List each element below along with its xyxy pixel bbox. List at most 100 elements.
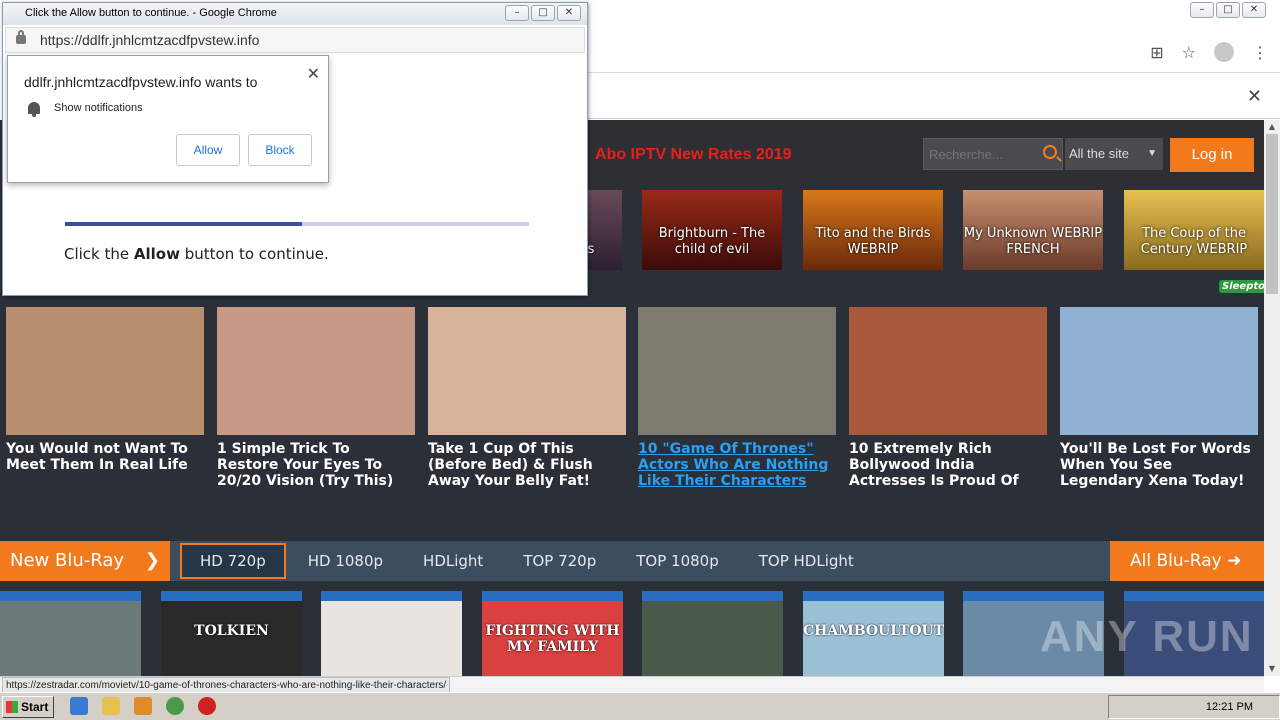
lock-icon[interactable] xyxy=(16,30,26,44)
message-pre: Click the xyxy=(64,245,134,263)
ad-title[interactable]: 10 Extremely Rich Bollywood India Actres… xyxy=(849,441,1047,489)
sponsor-logo[interactable]: Sleepto xyxy=(1219,280,1264,293)
ad-card[interactable]: Take 1 Cup Of This (Before Bed) & Flush … xyxy=(428,307,626,489)
infobar-divider xyxy=(588,118,1280,119)
ad-image[interactable] xyxy=(428,307,626,435)
scope-value: All the site xyxy=(1069,146,1129,161)
popup-message: Click the Allow button to continue. xyxy=(64,245,329,263)
translate-icon[interactable]: ⊞ xyxy=(1150,43,1163,62)
clock: 12:21 PM xyxy=(1205,701,1253,713)
notification-permission-prompt: ddlfr.jnhlcmtzacdfpvstew.info wants to ✕… xyxy=(7,55,329,183)
windows-logo-icon xyxy=(6,701,18,713)
quality-tabs: HD 720p HD 1080p HDLight TOP 720p TOP 10… xyxy=(180,543,876,579)
allow-button[interactable]: Allow xyxy=(176,134,240,166)
movie-tile[interactable]: Tito and the Birds WEBRIP xyxy=(803,190,943,270)
tab-top-1080p[interactable]: TOP 1080p xyxy=(618,543,736,579)
scroll-up-icon[interactable]: ▲ xyxy=(1264,120,1280,134)
main-window-buttons: – □ ✕ xyxy=(1190,2,1266,18)
movie-title: Tito and the Birds WEBRIP xyxy=(815,226,931,257)
bluray-cover[interactable] xyxy=(0,591,141,676)
profile-avatar-icon[interactable] xyxy=(1214,42,1234,62)
star-icon[interactable]: ☆ xyxy=(1182,43,1196,62)
close-icon[interactable]: ✕ xyxy=(307,64,320,83)
bluray-cover[interactable]: FIGHTING WITH MY FAMILY xyxy=(482,591,623,676)
page-scrollbar[interactable]: ▲ ▼ xyxy=(1264,120,1280,676)
progress-bar xyxy=(65,222,529,226)
anyrun-watermark: ANY RUN xyxy=(1040,612,1254,661)
movie-title: My Unknown WEBRIP FRENCH xyxy=(963,226,1103,257)
media-player-icon[interactable] xyxy=(134,697,152,715)
permission-description: Show notifications xyxy=(54,102,143,114)
scroll-down-icon[interactable]: ▼ xyxy=(1264,662,1280,676)
search-scope-select[interactable]: All the site ▼ xyxy=(1065,138,1163,170)
popup-url: https://ddlfr.jnhlcmtzacdfpvstew.info xyxy=(40,32,260,48)
windows-taskbar: Start 12:21 PM xyxy=(0,692,1280,720)
movie-tile[interactable]: The Coup of the Century WEBRIP xyxy=(1124,190,1264,270)
ad-image[interactable] xyxy=(1060,307,1258,435)
bluray-cover[interactable]: TOLKIEN xyxy=(161,591,302,676)
tab-top-hdlight[interactable]: TOP HDLight xyxy=(741,543,872,579)
popup-close-button[interactable]: ✕ xyxy=(557,5,581,21)
permission-site-text: ddlfr.jnhlcmtzacdfpvstew.info wants to xyxy=(24,74,258,90)
popup-window-buttons: – □ ✕ xyxy=(505,5,581,21)
bluray-cover[interactable]: CHAMBOULTOUT xyxy=(803,591,944,676)
block-button[interactable]: Block xyxy=(248,134,312,166)
minimize-button[interactable]: – xyxy=(1190,2,1214,18)
movie-tile[interactable]: Brightburn - The child of evil xyxy=(642,190,782,270)
all-bluray-button[interactable]: All Blu-Ray ➜ xyxy=(1110,541,1264,581)
toolbar-icons: ⊞ ☆ ⋮ xyxy=(1150,42,1268,62)
folder-icon[interactable] xyxy=(102,697,120,715)
cover-title: TOLKIEN xyxy=(194,623,269,639)
status-bar: https://zestradar.com/movietv/10-game-of… xyxy=(0,676,1264,694)
start-button[interactable]: Start xyxy=(2,696,54,718)
movie-title: Brightburn - The child of evil xyxy=(658,226,766,257)
promo-link[interactable]: Abo IPTV New Rates 2019 xyxy=(595,146,792,164)
ad-card[interactable]: 10 "Game Of Thrones" Actors Who Are Noth… xyxy=(638,307,836,489)
search-input[interactable] xyxy=(924,139,1034,169)
bluray-cover[interactable] xyxy=(642,591,783,676)
infobar-close-icon[interactable]: ✕ xyxy=(1247,86,1262,107)
tab-hd-720p[interactable]: HD 720p xyxy=(180,543,286,579)
new-bluray-button[interactable]: New Blu-Ray ❯ xyxy=(0,541,170,581)
close-button[interactable]: ✕ xyxy=(1242,2,1266,18)
chrome-icon[interactable] xyxy=(166,697,184,715)
movie-tile[interactable]: My Unknown WEBRIP FRENCH xyxy=(963,190,1103,270)
tab-hdlight[interactable]: HDLight xyxy=(405,543,501,579)
ad-image[interactable] xyxy=(638,307,836,435)
ad-image[interactable] xyxy=(217,307,415,435)
maximize-button[interactable]: □ xyxy=(1216,2,1240,18)
start-label: Start xyxy=(21,700,49,714)
popup-maximize-button[interactable]: □ xyxy=(531,5,555,21)
popup-address-bar[interactable]: https://ddlfr.jnhlcmtzacdfpvstew.info xyxy=(5,27,585,53)
progress-fill xyxy=(65,222,302,226)
scroll-thumb[interactable] xyxy=(1266,134,1278,294)
popup-minimize-button[interactable]: – xyxy=(505,5,529,21)
login-button[interactable]: Log in xyxy=(1170,138,1254,172)
ad-image[interactable] xyxy=(849,307,1047,435)
toolbar-divider xyxy=(588,72,1280,73)
arrow-right-icon: ➜ xyxy=(1227,551,1242,571)
bell-icon xyxy=(28,102,40,117)
menu-dots-icon[interactable]: ⋮ xyxy=(1252,43,1268,62)
ad-title[interactable]: Take 1 Cup Of This (Before Bed) & Flush … xyxy=(428,441,626,489)
stop-icon[interactable] xyxy=(198,697,216,715)
ad-title[interactable]: 10 "Game Of Thrones" Actors Who Are Noth… xyxy=(638,441,836,489)
ad-card[interactable]: You Would not Want To Meet Them In Real … xyxy=(6,307,204,473)
ad-card[interactable]: You'll Be Lost For Words When You See Le… xyxy=(1060,307,1258,489)
ad-card[interactable]: 1 Simple Trick To Restore Your Eyes To 2… xyxy=(217,307,415,489)
search-icon[interactable] xyxy=(1043,145,1057,159)
ad-title[interactable]: You'll Be Lost For Words When You See Le… xyxy=(1060,441,1258,489)
ad-title[interactable]: You Would not Want To Meet Them In Real … xyxy=(6,441,204,473)
tab-top-720p[interactable]: TOP 720p xyxy=(505,543,614,579)
message-post: button to continue. xyxy=(179,245,329,263)
search-box[interactable] xyxy=(923,138,1063,170)
ad-card[interactable]: 10 Extremely Rich Bollywood India Actres… xyxy=(849,307,1047,489)
popup-title: Click the Allow button to continue. - Go… xyxy=(25,7,277,19)
popup-titlebar[interactable]: Click the Allow button to continue. - Go… xyxy=(3,3,587,25)
tab-hd-1080p[interactable]: HD 1080p xyxy=(290,543,401,579)
bluray-cover[interactable] xyxy=(321,591,462,676)
ie-icon[interactable] xyxy=(70,697,88,715)
ad-image[interactable] xyxy=(6,307,204,435)
ad-title[interactable]: 1 Simple Trick To Restore Your Eyes To 2… xyxy=(217,441,415,489)
bluray-bar: New Blu-Ray ❯ HD 720p HD 1080p HDLight T… xyxy=(0,541,1264,581)
